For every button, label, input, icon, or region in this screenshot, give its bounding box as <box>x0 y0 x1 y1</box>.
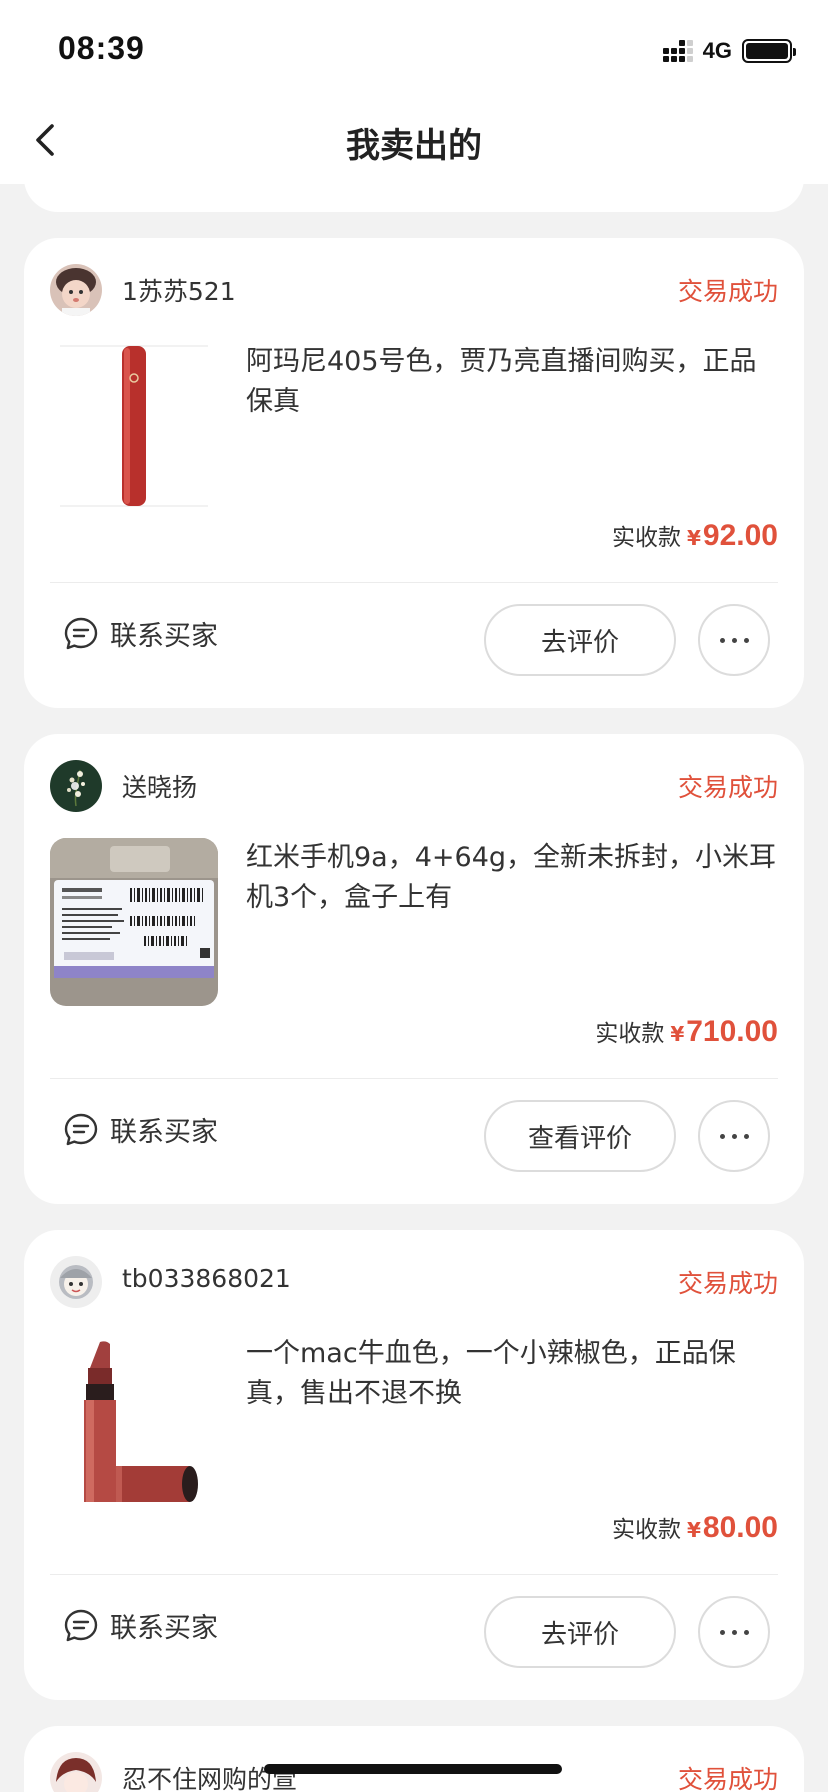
contact-buyer-label: 联系买家 <box>110 621 218 652</box>
more-dot-icon <box>731 637 737 643</box>
currency-symbol: ¥ <box>687 526 701 550</box>
view-review-button[interactable]: 查看评价 <box>484 1100 676 1172</box>
contact-buyer-button[interactable]: 联系买家 <box>62 1606 218 1645</box>
order-status: 交易成功 <box>677 277 778 306</box>
product-thumbnail[interactable] <box>50 838 218 1006</box>
more-options-button[interactable] <box>698 604 770 676</box>
more-dot-icon <box>731 1133 737 1139</box>
buyer-name[interactable]: 送晓扬 <box>122 768 197 804</box>
chat-icon <box>64 1609 98 1641</box>
order-status: 交易成功 <box>677 1765 778 1792</box>
product-description[interactable]: 一个mac牛血色，一个小辣椒色，正品保真，售出不退不换 <box>246 1334 782 1414</box>
order-status: 交易成功 <box>677 773 778 802</box>
order-card[interactable]: tb033868021 交易成功 一个mac牛血色，一个小辣椒色，正品保真，售出… <box>24 1230 804 1700</box>
order-list: 1苏苏521 交易成功 阿玛尼405号色，贾乃亮直播间购买，正品保真 实收款 ¥… <box>0 0 828 1792</box>
order-status: 交易成功 <box>677 1269 778 1298</box>
order-card[interactable]: 1苏苏521 交易成功 阿玛尼405号色，贾乃亮直播间购买，正品保真 实收款 ¥… <box>24 238 804 708</box>
order-card[interactable]: 忍不住网购的萱 交易成功 <box>24 1726 804 1792</box>
more-dot-icon <box>731 1629 737 1635</box>
more-options-button[interactable] <box>698 1100 770 1172</box>
buyer-name[interactable]: tb033868021 <box>122 1264 291 1293</box>
price-value: 710.00 <box>686 1015 778 1048</box>
product-description[interactable]: 红米手机9a，4+64g，全新未拆封，小米耳机3个，盒子上有 <box>246 838 782 918</box>
divider <box>50 1574 778 1575</box>
product-description[interactable]: 阿玛尼405号色，贾乃亮直播间购买，正品保真 <box>246 342 782 422</box>
currency-symbol: ¥ <box>670 1022 685 1046</box>
battery-icon <box>742 39 796 63</box>
more-dot-icon <box>743 637 749 643</box>
status-bar: 08:39 4G <box>0 0 828 96</box>
more-dot-icon <box>719 1133 725 1139</box>
page-title: 我卖出的 <box>346 126 482 166</box>
product-thumbnail[interactable] <box>50 342 218 510</box>
status-time: 08:39 <box>58 30 145 66</box>
product-thumbnail[interactable] <box>50 1334 218 1502</box>
contact-buyer-label: 联系买家 <box>110 1117 218 1148</box>
buyer-name[interactable]: 1苏苏521 <box>122 272 236 308</box>
contact-buyer-button[interactable]: 联系买家 <box>62 1110 218 1149</box>
more-dot-icon <box>743 1133 749 1139</box>
price-label: 实收款 <box>612 525 681 551</box>
more-dot-icon <box>719 1629 725 1635</box>
buyer-avatar[interactable] <box>50 1752 102 1792</box>
received-amount: 实收款 ¥ 80.00 <box>612 1510 778 1545</box>
price-label: 实收款 <box>595 1021 665 1047</box>
chat-icon <box>64 1113 98 1145</box>
buyer-avatar[interactable] <box>50 1256 102 1308</box>
review-button[interactable]: 去评价 <box>484 604 676 676</box>
buyer-avatar[interactable] <box>50 264 102 316</box>
divider <box>50 582 778 583</box>
price-label: 实收款 <box>612 1517 681 1543</box>
review-button[interactable]: 去评价 <box>484 1596 676 1668</box>
price-value: 80.00 <box>702 1511 778 1544</box>
more-dot-icon <box>719 637 725 643</box>
price-value: 92.00 <box>702 519 778 552</box>
network-type: 4G <box>702 38 732 63</box>
navigation-bar: 我卖出的 <box>0 96 828 184</box>
contact-buyer-button[interactable]: 联系买家 <box>62 614 218 653</box>
more-dot-icon <box>743 1629 749 1635</box>
chat-icon <box>64 617 98 649</box>
received-amount: 实收款 ¥ 710.00 <box>595 1014 778 1049</box>
divider <box>50 1078 778 1079</box>
home-indicator[interactable] <box>264 1764 562 1774</box>
more-options-button[interactable] <box>698 1596 770 1668</box>
contact-buyer-label: 联系买家 <box>110 1613 218 1644</box>
order-card[interactable]: 送晓扬 交易成功 红米手机9a，4+64g，全新未拆封，小米耳机3个，盒子上有 … <box>24 734 804 1204</box>
signal-icon <box>662 40 693 62</box>
received-amount: 实收款 ¥ 92.00 <box>612 518 778 553</box>
currency-symbol: ¥ <box>687 1518 701 1542</box>
buyer-avatar[interactable] <box>50 760 102 812</box>
status-indicators: 4G <box>662 36 796 66</box>
